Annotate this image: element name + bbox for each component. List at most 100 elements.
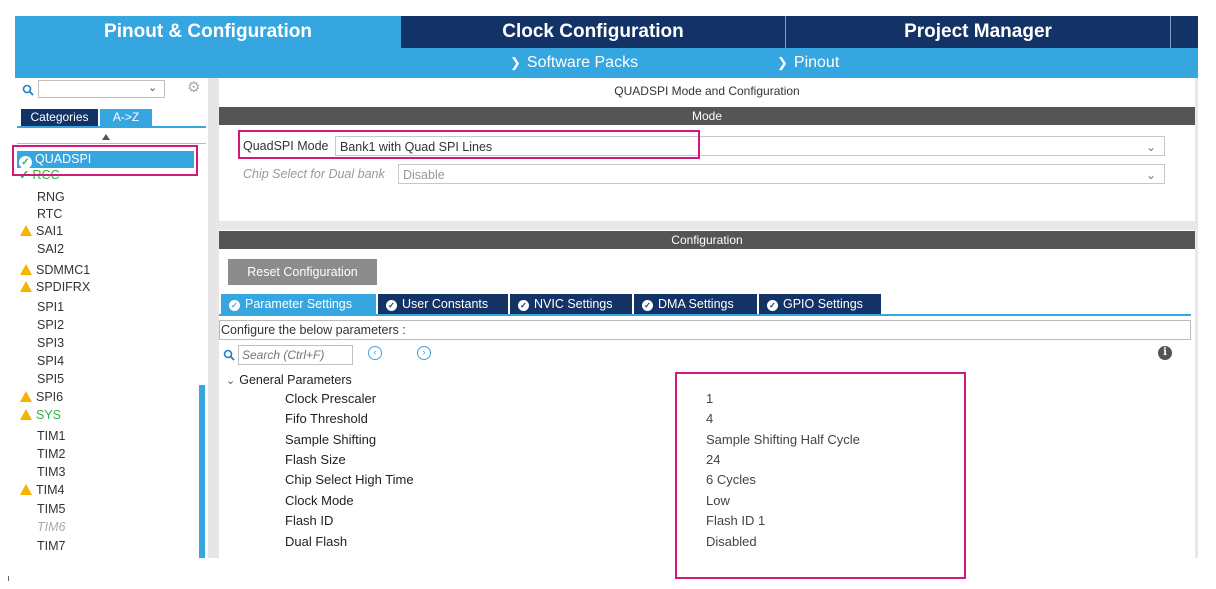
param-clock-mode-value[interactable]: Low xyxy=(706,492,730,510)
panel-divider[interactable] xyxy=(208,78,219,558)
tab-separator xyxy=(785,16,786,48)
next-result-icon[interactable]: › xyxy=(417,346,431,360)
tab-label: GPIO Settings xyxy=(783,297,863,311)
tab-parameter-settings[interactable]: ✓ Parameter Settings xyxy=(221,294,376,314)
tab-user-constants[interactable]: ✓ User Constants xyxy=(378,294,508,314)
tabs-underline xyxy=(219,314,1191,316)
param-flash-id-value[interactable]: Flash ID 1 xyxy=(706,512,765,530)
chevron-down-icon[interactable]: ⌄ xyxy=(148,81,157,94)
sidebar-item-sai2[interactable]: SAI2 xyxy=(37,241,64,257)
sidebar-scrollbar-thumb[interactable] xyxy=(199,385,205,558)
sidebar-item-tim1[interactable]: TIM1 xyxy=(37,428,65,444)
sidebar-item-quadspi[interactable]: ✓ QUADSPI xyxy=(19,151,91,169)
chevron-down-icon: ⌄ xyxy=(1145,140,1156,154)
chip-select-value: Disable xyxy=(403,168,445,182)
sidebar-item-sys[interactable]: SYS xyxy=(20,407,61,423)
param-dual-flash-label: Dual Flash xyxy=(285,534,348,549)
tab-label: User Constants xyxy=(402,297,489,311)
chevron-down-icon: ⌄ xyxy=(1145,168,1156,182)
tab-label: Parameter Settings xyxy=(245,297,352,311)
check-circle-icon: ✓ xyxy=(19,156,32,169)
tab-nvic-settings[interactable]: ✓ NVIC Settings xyxy=(510,294,632,314)
sidebar-item-tim5[interactable]: TIM5 xyxy=(37,501,65,517)
sort-ascending-icon[interactable] xyxy=(102,134,110,140)
param-dual-flash-value[interactable]: Disabled xyxy=(706,533,757,551)
check-circle-icon: ✓ xyxy=(386,300,397,311)
quadspi-mode-label: QuadSPI Mode xyxy=(243,139,329,153)
sidebar-item-spi1[interactable]: SPI1 xyxy=(37,299,64,315)
sidebar-item-rng[interactable]: RNG xyxy=(37,189,65,205)
check-circle-icon: ✓ xyxy=(518,300,529,311)
sidebar-item-sai1[interactable]: SAI1 xyxy=(20,223,63,239)
sidebar-item-rcc[interactable]: ✓ RCC xyxy=(19,170,60,182)
param-chip-select-high-time-value[interactable]: 6 Cycles xyxy=(706,471,756,489)
search-icon xyxy=(223,348,235,361)
parameter-search-input[interactable] xyxy=(238,345,353,365)
sidebar-item-rtc[interactable]: RTC xyxy=(37,206,62,222)
chevron-down-icon: ❯ xyxy=(510,55,521,70)
mode-header: Mode xyxy=(219,107,1195,125)
sidebar-item-tim7[interactable]: TIM7 xyxy=(37,538,65,554)
search-icon xyxy=(22,83,34,96)
param-clock-prescaler-value[interactable]: 1 xyxy=(706,390,713,408)
gear-icon[interactable]: ⚙ xyxy=(187,80,200,96)
pinout-menu[interactable]: ❯ Pinout xyxy=(777,52,839,74)
stray-mark xyxy=(8,576,9,581)
tab-dma-settings[interactable]: ✓ DMA Settings xyxy=(634,294,757,314)
sidebar-item-tim3[interactable]: TIM3 xyxy=(37,464,65,480)
sidebar-item-spi6[interactable]: SPI6 xyxy=(20,389,63,405)
check-circle-icon: ✓ xyxy=(642,300,653,311)
sidebar-item-spi3[interactable]: SPI3 xyxy=(37,335,64,351)
sidebar-item-spdifrx[interactable]: SPDIFRX xyxy=(20,279,90,295)
previous-result-icon[interactable]: ‹ xyxy=(368,346,382,360)
param-flash-size-label: Flash Size xyxy=(285,452,346,467)
param-flash-size-value[interactable]: 24 xyxy=(706,451,720,469)
warning-icon xyxy=(20,409,32,420)
configure-parameters-box: Configure the below parameters : xyxy=(219,320,1191,340)
sidebar-item-spi2[interactable]: SPI2 xyxy=(37,317,64,333)
sidebar-item-tim6[interactable]: TIM6 xyxy=(37,519,65,535)
sidebar-item-label: SYS xyxy=(36,408,62,422)
sidebar-item-label: SPI6 xyxy=(36,390,64,404)
configuration-header: Configuration xyxy=(219,231,1195,249)
sidebar-item-label: TIM4 xyxy=(36,483,65,497)
chip-select-label: Chip Select for Dual bank xyxy=(243,167,385,181)
general-parameters-group[interactable]: ⌄ General Parameters xyxy=(226,371,352,389)
check-circle-icon: ✓ xyxy=(767,300,778,311)
param-fifo-threshold-value[interactable]: 4 xyxy=(706,410,713,428)
param-chip-select-high-time-label: Chip Select High Time xyxy=(285,472,414,487)
tab-pinout-configuration[interactable]: Pinout & Configuration xyxy=(15,16,401,48)
info-icon[interactable]: i xyxy=(1158,346,1172,360)
pinout-label: Pinout xyxy=(793,54,840,71)
chip-select-select[interactable]: Disable ⌄ xyxy=(398,164,1165,184)
sidebar-item-label: SDMMC1 xyxy=(36,263,91,277)
param-clock-mode-label: Clock Mode xyxy=(285,493,354,508)
sidebar-tab-az[interactable]: A->Z xyxy=(100,109,152,126)
warning-icon xyxy=(20,391,32,402)
sidebar-item-spi4[interactable]: SPI4 xyxy=(37,353,64,369)
quadspi-mode-select[interactable]: Bank1 with Quad SPI Lines ⌄ xyxy=(335,136,1165,156)
sidebar-tab-categories[interactable]: Categories xyxy=(21,109,98,126)
tab-project-manager[interactable]: Project Manager xyxy=(786,16,1170,48)
param-clock-prescaler-label: Clock Prescaler xyxy=(285,391,377,406)
sidebar-item-sdmmc1[interactable]: SDMMC1 xyxy=(20,262,90,278)
tab-filler xyxy=(1171,16,1198,48)
sidebar-tab-underline xyxy=(17,126,206,128)
sidebar-item-tim4[interactable]: TIM4 xyxy=(20,482,64,498)
quadspi-mode-value: Bank1 with Quad SPI Lines xyxy=(340,140,493,154)
group-label: General Parameters xyxy=(239,373,352,387)
reset-configuration-button[interactable]: Reset Configuration xyxy=(228,259,377,285)
sidebar-item-tim2[interactable]: TIM2 xyxy=(37,446,65,462)
search-input[interactable] xyxy=(38,80,165,98)
software-packs-menu[interactable]: ❯ Software Packs xyxy=(510,52,638,74)
param-sample-shifting-value[interactable]: Sample Shifting Half Cycle xyxy=(706,431,860,449)
tab-clock-configuration[interactable]: Clock Configuration xyxy=(401,16,785,48)
tab-gpio-settings[interactable]: ✓ GPIO Settings xyxy=(759,294,881,314)
list-header-line xyxy=(17,143,206,144)
mode-config-title: QUADSPI Mode and Configuration xyxy=(614,84,800,98)
sidebar-item-spi5[interactable]: SPI5 xyxy=(37,371,64,387)
warning-icon xyxy=(20,225,32,236)
sidebar-item-label: RCC xyxy=(32,170,60,182)
tab-label: DMA Settings xyxy=(658,297,734,311)
sidebar-item-label: SPDIFRX xyxy=(36,280,91,294)
